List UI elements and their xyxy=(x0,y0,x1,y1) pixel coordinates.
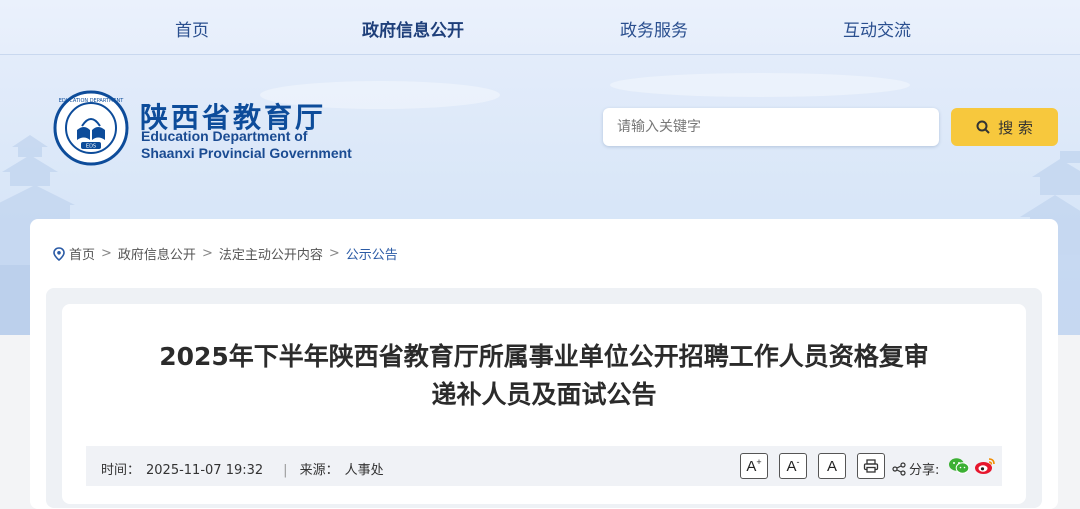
breadcrumb-item-gov-info[interactable]: 政府信息公开 xyxy=(118,244,196,263)
breadcrumb: 首页 > 政府信息公开 > 法定主动公开内容 > 公示公告 xyxy=(53,244,398,263)
nav-item-home[interactable]: 首页 xyxy=(175,16,209,41)
breadcrumb-item-home[interactable]: 首页 xyxy=(69,244,95,263)
location-pin-icon xyxy=(53,246,65,261)
search-icon xyxy=(976,120,990,134)
print-button[interactable] xyxy=(857,453,885,479)
breadcrumb-item-notices[interactable]: 公示公告 xyxy=(346,244,398,263)
search-button[interactable]: 搜 索 xyxy=(951,108,1058,146)
article-meta-info: 时间： 2025-11-07 19:32 | 来源： 人事处 xyxy=(101,459,392,478)
meta-divider: | xyxy=(283,463,288,478)
time-value: 2025-11-07 19:32 xyxy=(146,463,264,478)
font-reset-button[interactable]: A xyxy=(818,453,846,479)
share-icon xyxy=(892,461,906,476)
top-nav: 首页 政府信息公开 政务服务 互动交流 xyxy=(0,0,1080,55)
share-label: 分享: xyxy=(909,463,940,478)
breadcrumb-separator: > xyxy=(101,246,112,261)
printer-icon xyxy=(863,459,879,473)
time-label: 时间： xyxy=(101,463,141,478)
search-input[interactable] xyxy=(603,108,917,146)
eds-emblem-logo: EDUCATION DEPARTMENT EDS xyxy=(53,90,129,166)
search-button-label: 搜 索 xyxy=(998,118,1033,137)
article-title-line2: 递补人员及面试公告 xyxy=(431,380,657,409)
font-decrease-button[interactable]: A- xyxy=(779,453,807,479)
breadcrumb-separator: > xyxy=(328,246,340,261)
source-value: 人事处 xyxy=(344,463,384,478)
wechat-share-icon[interactable] xyxy=(948,457,970,475)
source-label: 来源： xyxy=(299,463,339,478)
article-title-line1: 2025年下半年陕西省教育厅所属事业单位公开招聘工作人员资格复审 xyxy=(159,342,929,371)
svg-text:EDUCATION DEPARTMENT: EDUCATION DEPARTMENT xyxy=(59,98,124,104)
font-increase-button[interactable]: A + xyxy=(740,453,768,479)
article-title: 2025年下半年陕西省教育厅所属事业单位公开招聘工作人员资格复审 递补人员及面试… xyxy=(62,338,1026,414)
breadcrumb-separator: > xyxy=(201,246,213,261)
nav-item-interaction[interactable]: 互动交流 xyxy=(843,16,911,41)
site-name-en-line1: Education Department of xyxy=(141,128,308,144)
search-box xyxy=(603,108,939,146)
svg-text:EDS: EDS xyxy=(86,144,96,150)
article-meta-bar: 时间： 2025-11-07 19:32 | 来源： 人事处 A + A- A 分享: xyxy=(86,446,1002,486)
weibo-share-icon[interactable] xyxy=(974,457,996,475)
breadcrumb-item-statutory[interactable]: 法定主动公开内容 xyxy=(219,244,323,263)
site-name-en-line2: Shaanxi Provincial Government xyxy=(141,145,352,161)
nav-item-gov-info[interactable]: 政府信息公开 xyxy=(362,16,464,41)
share-area: 分享: xyxy=(892,459,939,478)
nav-item-gov-service[interactable]: 政务服务 xyxy=(620,16,688,41)
